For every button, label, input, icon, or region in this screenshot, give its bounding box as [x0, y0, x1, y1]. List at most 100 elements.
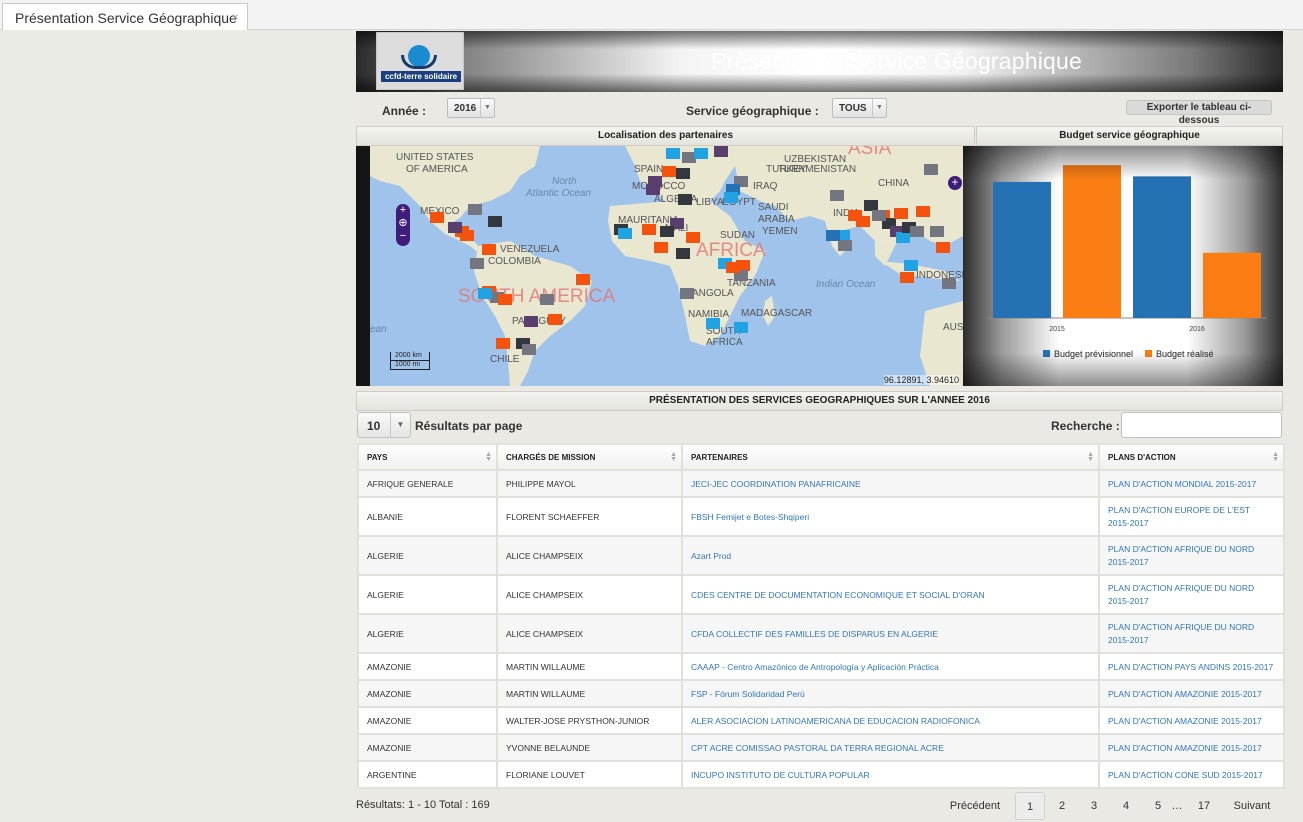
map-pin-icon[interactable]: [498, 294, 512, 305]
cell-partenaire-link[interactable]: CAAAP - Centro Amazónico de Antropología…: [681, 652, 1100, 681]
pagination-page-1[interactable]: 1: [1015, 792, 1045, 820]
map-pin-icon[interactable]: [734, 322, 748, 333]
pagination-page-4[interactable]: 4: [1111, 792, 1141, 820]
service-select[interactable]: TOUS ▼: [832, 98, 887, 118]
map-pin-icon[interactable]: [838, 240, 852, 251]
map-pin-icon[interactable]: [916, 206, 930, 217]
map-pin-icon[interactable]: [724, 192, 738, 203]
cell-plan-action-link[interactable]: PLAN D'ACTION AMAZONIE 2015-2017: [1098, 733, 1285, 762]
cell-plan-action-link[interactable]: PLAN D'ACTION MONDIAL 2015-2017: [1098, 469, 1285, 498]
map-pin-icon[interactable]: [662, 166, 676, 177]
perpage-select[interactable]: 10 ▼: [357, 412, 411, 438]
bar-budget-pr-visionnel-2016[interactable]: [1133, 176, 1191, 318]
map-pin-icon[interactable]: [694, 148, 708, 159]
map-pin-icon[interactable]: [924, 164, 938, 175]
map-pin-icon[interactable]: [522, 344, 536, 355]
map-pin-icon[interactable]: [856, 216, 870, 227]
column-header-partenaires[interactable]: PARTENAIRES ▲ ▼: [681, 443, 1100, 471]
cell-partenaire-link[interactable]: FBSH Femijet e Botes-Shqiperi: [681, 496, 1100, 537]
globe-icon[interactable]: ⊕: [396, 217, 410, 230]
map-pin-icon[interactable]: [470, 258, 484, 269]
column-header-pays[interactable]: PAYS ▲ ▼: [357, 443, 498, 471]
map-pin-icon[interactable]: [478, 288, 492, 299]
map-pin-icon[interactable]: [900, 272, 914, 283]
table-row: ALGERIE ALICE CHAMPSEIX Azart Prod PLAN D'A…: [357, 535, 1285, 576]
map-pin-icon[interactable]: [496, 338, 510, 349]
map-pin-icon[interactable]: [896, 232, 910, 243]
cell-plan-action-link[interactable]: PLAN D'ACTION CONE SUD 2015-2017: [1098, 760, 1285, 789]
map-pin-icon[interactable]: [676, 168, 690, 179]
close-icon[interactable]: ×: [232, 10, 239, 24]
cell-plan-action-link[interactable]: PLAN D'ACTION EUROPE DE L'EST 2015-2017: [1098, 496, 1285, 537]
cell-partenaire-link[interactable]: FSP - Fórum Solidaridad Perú: [681, 679, 1100, 708]
map-pin-icon[interactable]: [660, 226, 674, 237]
pagination-next[interactable]: Suivant: [1227, 792, 1277, 820]
map-pin-icon[interactable]: [936, 242, 950, 253]
cell-plan-action-link[interactable]: PLAN D'ACTION PAYS ANDINS 2015-2017: [1098, 652, 1285, 681]
zoom-in-icon[interactable]: +: [396, 204, 410, 217]
cell-plan-action-link[interactable]: PLAN D'ACTION AFRIQUE DU NORD 2015-2017: [1098, 574, 1285, 615]
partner-map[interactable]: UNITED STATES OF AMERICA MEXICO VENEZUEL…: [356, 146, 963, 386]
tab-presentation[interactable]: Présentation Service Géographique ×: [2, 3, 248, 31]
map-pin-icon[interactable]: [666, 148, 680, 159]
map-pin-icon[interactable]: [654, 242, 668, 253]
cell-partenaire-link[interactable]: CPT ACRE COMISSAO PASTORAL DA TERRA REGI…: [681, 733, 1100, 762]
map-pin-icon[interactable]: [894, 208, 908, 219]
map-pin-icon[interactable]: [714, 146, 728, 157]
cell-plan-action-link[interactable]: PLAN D'ACTION AFRIQUE DU NORD 2015-2017: [1098, 535, 1285, 576]
label-angola: ANGOLA: [692, 288, 734, 299]
cell-partenaire-link[interactable]: ALER ASOCIACION LATINOAMERICANA DE EDUCA…: [681, 706, 1100, 735]
map-ocean[interactable]: UNITED STATES OF AMERICA MEXICO VENEZUEL…: [370, 146, 963, 386]
search-input[interactable]: [1121, 412, 1282, 438]
zoom-out-icon[interactable]: −: [396, 230, 410, 243]
map-pin-icon[interactable]: [548, 314, 562, 325]
map-pin-icon[interactable]: [524, 316, 538, 327]
pagination-previous[interactable]: Précédent: [945, 792, 1005, 820]
pagination-ellipsis: …: [1171, 800, 1183, 812]
year-select[interactable]: 2016 ▼: [447, 98, 495, 118]
map-pin-icon[interactable]: [468, 204, 482, 215]
map-pin-icon[interactable]: [646, 184, 660, 195]
map-pin-icon[interactable]: [678, 194, 692, 205]
cell-partenaire-link[interactable]: JECI-JEC COORDINATION PANAFRICAINE: [681, 469, 1100, 498]
zoom-control[interactable]: + ⊕ −: [396, 204, 410, 246]
cell-partenaire-link[interactable]: CDES CENTRE DE DOCUMENTATION ECONOMIQUE …: [681, 574, 1100, 615]
bar-budget-r-alis--2016[interactable]: [1203, 252, 1261, 318]
map-pin-icon[interactable]: [676, 248, 690, 259]
map-pin-icon[interactable]: [686, 232, 700, 243]
pagination-page-3[interactable]: 3: [1079, 792, 1109, 820]
map-pin-icon[interactable]: [930, 226, 944, 237]
export-button[interactable]: Exporter le tableau ci-dessous: [1126, 100, 1272, 126]
map-pin-icon[interactable]: [482, 244, 496, 255]
cell-partenaire-link[interactable]: Azart Prod: [681, 535, 1100, 576]
map-pin-icon[interactable]: [726, 262, 740, 273]
map-pin-icon[interactable]: [448, 222, 462, 233]
bar-budget-pr-visionnel-2015[interactable]: [993, 181, 1051, 318]
cell-partenaire-link[interactable]: CFDA COLLECTIF DES FAMILLES DE DISPARUS …: [681, 613, 1100, 654]
map-pin-icon[interactable]: [576, 274, 590, 285]
pagination-page-2[interactable]: 2: [1047, 792, 1077, 820]
map-pin-icon[interactable]: [642, 224, 656, 235]
map-pin-icon[interactable]: [830, 190, 844, 201]
column-header-charges[interactable]: CHARGÉS DE MISSION ▲ ▼: [496, 443, 683, 471]
map-pin-icon[interactable]: [488, 216, 502, 227]
pagination-page-last[interactable]: 17: [1189, 792, 1219, 820]
map-pin-icon[interactable]: [872, 210, 886, 221]
map-pin-icon[interactable]: [942, 278, 956, 289]
cell-partenaire-link[interactable]: INCUPO INSTITUTO DE CULTURA POPULAR: [681, 760, 1100, 789]
layer-plus-icon[interactable]: +: [948, 176, 962, 190]
map-pin-icon[interactable]: [706, 318, 720, 329]
map-pin-icon[interactable]: [904, 260, 918, 271]
bar-budget-r-alis--2015[interactable]: [1063, 165, 1121, 318]
map-pin-icon[interactable]: [910, 226, 924, 237]
map-pin-icon[interactable]: [430, 212, 444, 223]
map-pin-icon[interactable]: [460, 230, 474, 241]
cell-plan-action-link[interactable]: PLAN D'ACTION AMAZONIE 2015-2017: [1098, 706, 1285, 735]
map-pin-icon[interactable]: [540, 294, 554, 305]
cell-plan-action-link[interactable]: PLAN D'ACTION AFRIQUE DU NORD 2015-2017: [1098, 613, 1285, 654]
cell-plan-action-link[interactable]: PLAN D'ACTION AMAZONIE 2015-2017: [1098, 679, 1285, 708]
column-header-plans[interactable]: PLANS D'ACTION ▲ ▼: [1098, 443, 1285, 471]
map-pin-icon[interactable]: [618, 228, 632, 239]
map-pin-icon[interactable]: [680, 288, 694, 299]
map-pin-icon[interactable]: [826, 230, 840, 241]
